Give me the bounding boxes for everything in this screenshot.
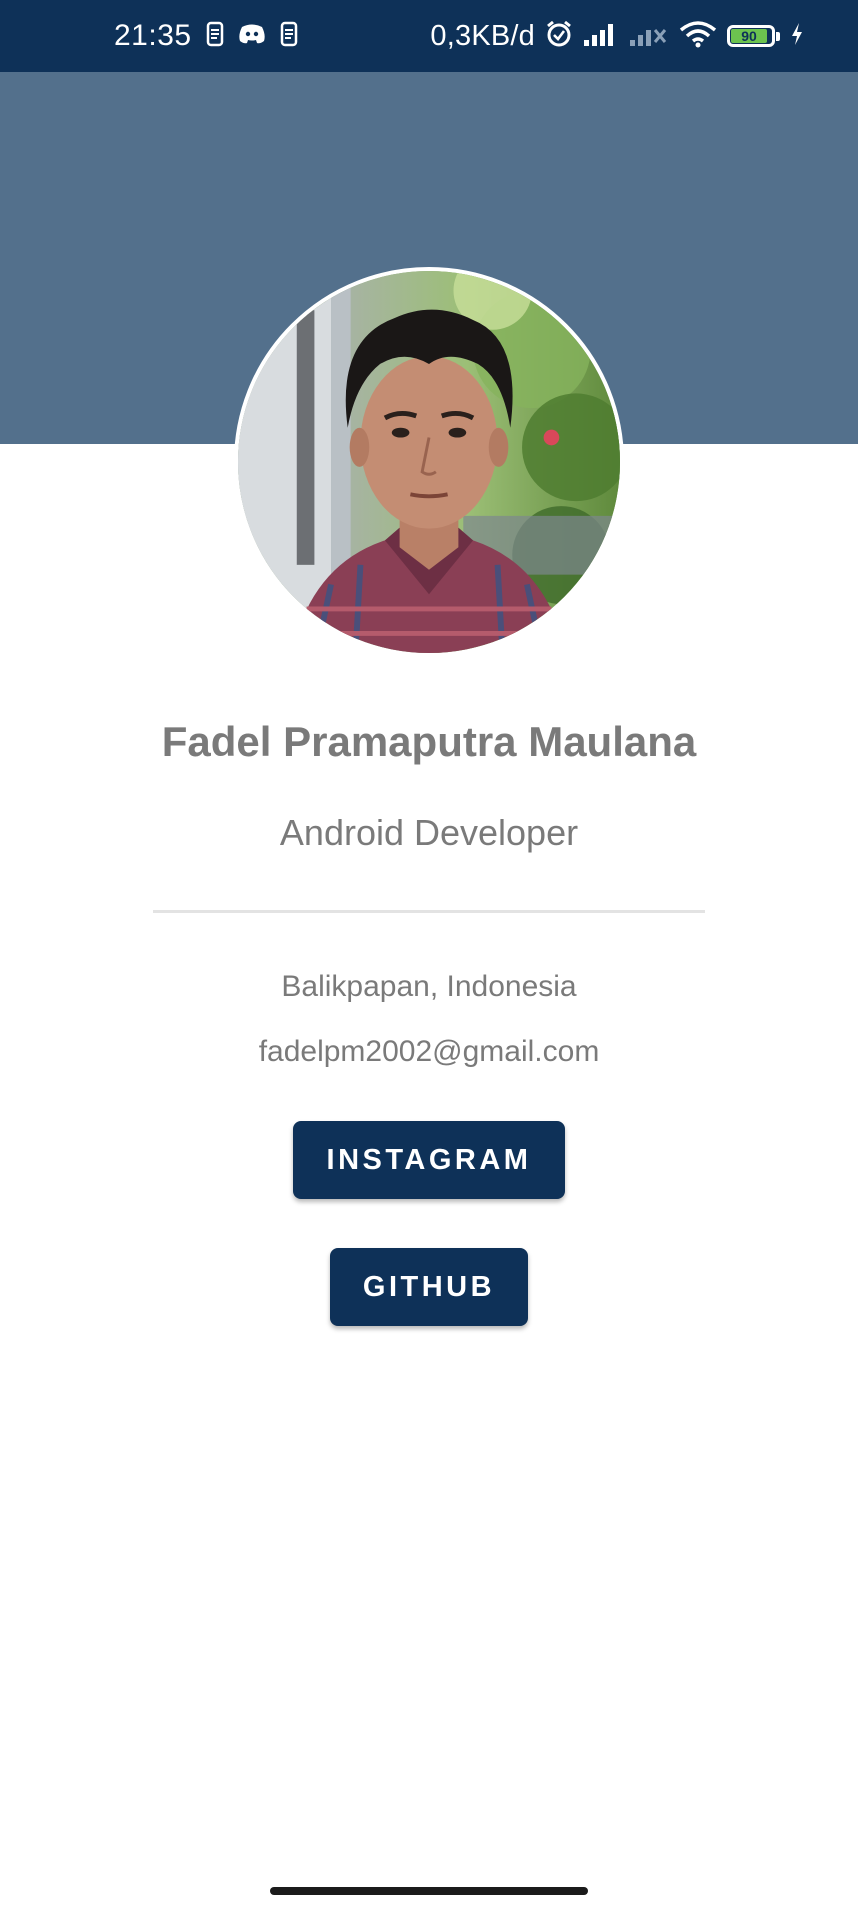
signal-icon — [583, 22, 619, 51]
profile-name: Fadel Pramaputra Maulana — [161, 718, 697, 765]
alarm-icon — [545, 20, 573, 53]
status-bar-left: 21:35 — [114, 0, 298, 72]
profile-email: fadelpm2002@gmail.com — [258, 1035, 600, 1068]
status-bar: 21:35 0,3KB/d 90 — [0, 0, 858, 72]
battery-icon: 90 — [727, 25, 780, 47]
wifi-icon — [679, 20, 717, 53]
instagram-button[interactable]: INSTAGRAM — [293, 1121, 565, 1199]
profile-avatar — [234, 267, 624, 657]
github-button[interactable]: GITHUB — [330, 1248, 528, 1326]
sim-icon — [280, 21, 298, 52]
status-bar-right: 0,3KB/d 90 — [430, 0, 804, 72]
signal-no-service-icon — [629, 22, 669, 51]
divider — [153, 910, 705, 913]
charging-icon — [790, 22, 804, 51]
battery-level: 90 — [731, 29, 767, 43]
status-time: 21:35 — [114, 19, 192, 52]
profile-photo — [238, 271, 620, 653]
home-indicator[interactable] — [270, 1887, 588, 1895]
sim-icon — [206, 21, 224, 52]
profile-location: Balikpapan, Indonesia — [281, 970, 577, 1003]
discord-icon — [238, 23, 266, 50]
network-speed: 0,3KB/d — [430, 19, 535, 52]
profile-role: Android Developer — [279, 812, 579, 853]
